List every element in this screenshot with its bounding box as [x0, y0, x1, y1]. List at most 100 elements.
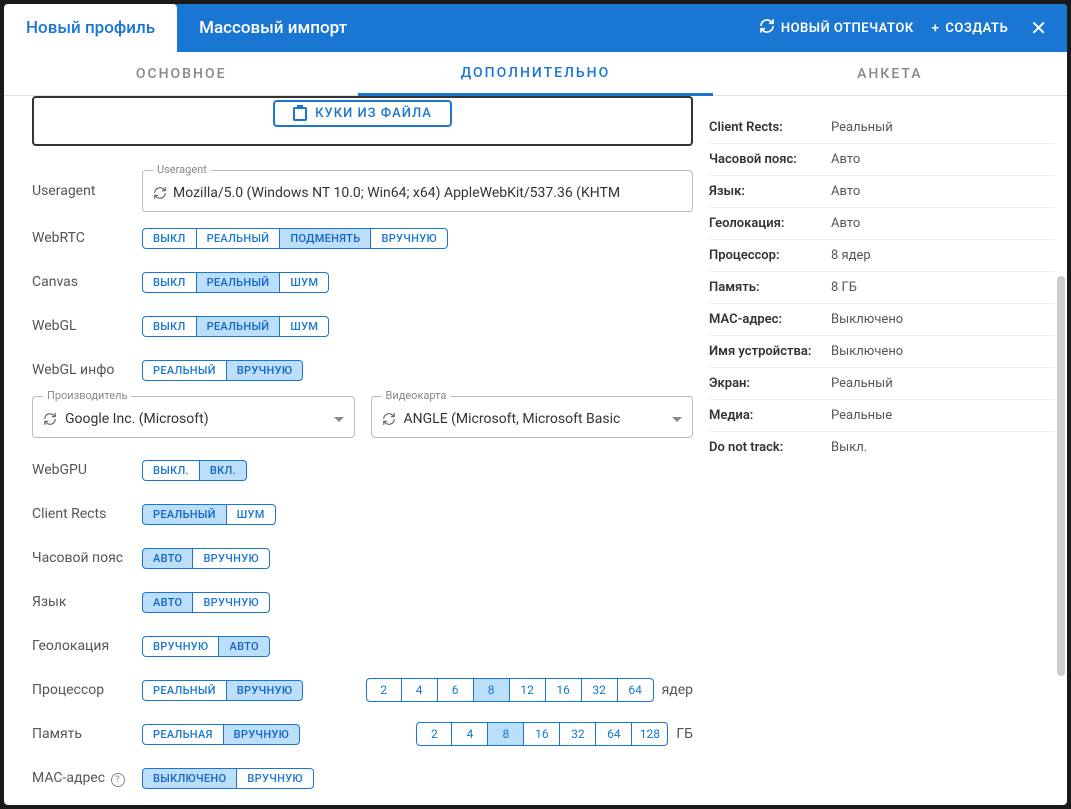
main-panel: КУКИ ИЗ ФАЙЛА Useragent Useragent Mozill…	[4, 96, 709, 805]
mem-opt-0[interactable]: РЕАЛЬНАЯ	[142, 724, 224, 745]
cookie-dropzone[interactable]: КУКИ ИЗ ФАЙЛА	[32, 96, 693, 146]
timezone-label: Часовой пояс	[32, 550, 142, 566]
timezone-toggle: АВТОВРУЧНУЮ	[142, 548, 270, 569]
webgpu-opt-0[interactable]: ВЫКЛ.	[142, 460, 200, 481]
proc-num-12[interactable]: 12	[510, 678, 546, 702]
mac-toggle: ВЫКЛЮЧЕНОВРУЧНУЮ	[142, 768, 314, 789]
summary-row-1: Часовой пояс:Авто	[709, 144, 1055, 176]
summary-row-8: Экран:Реальный	[709, 368, 1055, 400]
summary-row-7: Имя устройства:Выключено	[709, 336, 1055, 368]
gpu-select[interactable]: Видеокарта ANGLE (Microsoft, Microsoft B…	[371, 396, 694, 438]
geo-opt-0[interactable]: ВРУЧНУЮ	[142, 636, 219, 657]
close-icon[interactable]: ✕	[1026, 12, 1051, 44]
webrtc-opt-1[interactable]: РЕАЛЬНЫЙ	[197, 228, 281, 249]
webrtc-toggle: ВЫКЛРЕАЛЬНЫЙПОДМЕНЯТЬВРУЧНУЮ	[142, 228, 448, 249]
webglinfo-label: WebGL инфо	[32, 362, 142, 378]
tab-mass-import[interactable]: Массовый импорт	[177, 4, 369, 52]
language-opt-0[interactable]: АВТО	[142, 592, 193, 613]
clientrects-opt-0[interactable]: РЕАЛЬНЫЙ	[142, 504, 227, 525]
proc-num-8[interactable]: 8	[474, 678, 510, 702]
create-button[interactable]: + СОЗДАТЬ	[932, 21, 1009, 36]
mem-num-64[interactable]: 64	[596, 722, 632, 746]
new-fingerprint-button[interactable]: НОВЫЙ ОТПЕЧАТОК	[759, 18, 914, 38]
subtab-main[interactable]: ОСНОВНОЕ	[4, 52, 358, 95]
clientrects-opt-1[interactable]: ШУМ	[227, 504, 276, 525]
proc-unit: ядер	[662, 682, 693, 698]
webglinfo-opt-0[interactable]: РЕАЛЬНЫЙ	[142, 360, 227, 381]
canvas-label: Canvas	[32, 274, 142, 290]
proc-num-64[interactable]: 64	[618, 678, 654, 702]
summary-row-9: Медиа:Реальные	[709, 400, 1055, 432]
subtab-survey[interactable]: АНКЕТА	[713, 52, 1067, 95]
canvas-toggle: ВЫКЛРЕАЛЬНЫЙШУМ	[142, 272, 329, 293]
file-icon	[293, 107, 307, 121]
proc-num-2[interactable]: 2	[366, 678, 402, 702]
webglinfo-toggle: РЕАЛЬНЫЙВРУЧНУЮ	[142, 360, 303, 381]
webgl-opt-0[interactable]: ВЫКЛ	[142, 316, 197, 337]
mem-toggle: РЕАЛЬНАЯВРУЧНУЮ	[142, 724, 300, 745]
subtab-advanced[interactable]: ДОПОЛНИТЕЛЬНО	[358, 52, 712, 96]
mem-num-4[interactable]: 4	[452, 722, 488, 746]
mem-opt-1[interactable]: ВРУЧНУЮ	[224, 724, 300, 745]
webgpu-label: WebGPU	[32, 462, 142, 478]
cookies-from-file-button[interactable]: КУКИ ИЗ ФАЙЛА	[273, 100, 452, 127]
geo-opt-1[interactable]: АВТО	[219, 636, 269, 657]
timezone-opt-0[interactable]: АВТО	[142, 548, 193, 569]
proc-num-32[interactable]: 32	[582, 678, 618, 702]
clientrects-toggle: РЕАЛЬНЫЙШУМ	[142, 504, 276, 525]
summary-row-2: Язык:Авто	[709, 176, 1055, 208]
webgl-opt-2[interactable]: ШУМ	[280, 316, 329, 337]
refresh-icon[interactable]	[43, 412, 57, 426]
proc-toggle: РЕАЛЬНЫЙВРУЧНУЮ	[142, 680, 303, 701]
modal-header: Новый профиль Массовый импорт НОВЫЙ ОТПЕ…	[4, 4, 1067, 52]
mem-unit: ГБ	[676, 726, 693, 742]
summary-panel: Client Rects:РеальныйЧасовой пояс:АвтоЯз…	[709, 96, 1067, 805]
canvas-opt-0[interactable]: ВЫКЛ	[142, 272, 197, 293]
timezone-opt-1[interactable]: ВРУЧНУЮ	[193, 548, 269, 569]
mac-opt-0[interactable]: ВЫКЛЮЧЕНО	[142, 768, 237, 789]
summary-row-4: Процессор:8 ядер	[709, 240, 1055, 272]
vendor-select[interactable]: Производитель Google Inc. (Microsoft)	[32, 396, 355, 438]
webrtc-opt-0[interactable]: ВЫКЛ	[142, 228, 197, 249]
language-label: Язык	[32, 594, 142, 610]
language-toggle: АВТОВРУЧНУЮ	[142, 592, 270, 613]
mem-label: Память	[32, 726, 142, 742]
webrtc-opt-3[interactable]: ВРУЧНУЮ	[371, 228, 447, 249]
webgpu-toggle: ВЫКЛ.ВКЛ.	[142, 460, 247, 481]
useragent-field[interactable]: Useragent Mozilla/5.0 (Windows NT 10.0; …	[142, 170, 693, 212]
mem-num-128[interactable]: 128	[632, 722, 668, 746]
mem-num-16[interactable]: 16	[524, 722, 560, 746]
mem-num-32[interactable]: 32	[560, 722, 596, 746]
webgl-opt-1[interactable]: РЕАЛЬНЫЙ	[197, 316, 281, 337]
webrtc-opt-2[interactable]: ПОДМЕНЯТЬ	[280, 228, 371, 249]
canvas-opt-2[interactable]: ШУМ	[280, 272, 329, 293]
canvas-opt-1[interactable]: РЕАЛЬНЫЙ	[197, 272, 281, 293]
mac-opt-1[interactable]: ВРУЧНУЮ	[237, 768, 313, 789]
language-opt-1[interactable]: ВРУЧНУЮ	[193, 592, 269, 613]
tab-new-profile[interactable]: Новый профиль	[4, 4, 177, 52]
plus-icon: +	[932, 21, 940, 36]
refresh-icon[interactable]	[382, 412, 396, 426]
proc-opt-0[interactable]: РЕАЛЬНЫЙ	[142, 680, 227, 701]
proc-num-4[interactable]: 4	[402, 678, 438, 702]
scrollbar[interactable]	[1057, 276, 1065, 676]
proc-label: Процессор	[32, 682, 142, 698]
proc-num-6[interactable]: 6	[438, 678, 474, 702]
mem-num-2[interactable]: 2	[416, 722, 452, 746]
summary-row-5: Память:8 ГБ	[709, 272, 1055, 304]
subtabs: ОСНОВНОЕ ДОПОЛНИТЕЛЬНО АНКЕТА	[4, 52, 1067, 96]
mem-num-8[interactable]: 8	[488, 722, 524, 746]
geo-label: Геолокация	[32, 638, 142, 654]
summary-row-10: Do not track:Выкл.	[709, 432, 1055, 463]
refresh-icon[interactable]	[153, 186, 167, 200]
help-icon[interactable]: ?	[111, 773, 125, 787]
mac-label: MAC-адрес ?	[32, 770, 142, 787]
geo-toggle: ВРУЧНУЮАВТО	[142, 636, 270, 657]
refresh-icon	[759, 18, 775, 38]
proc-num-16[interactable]: 16	[546, 678, 582, 702]
webrtc-label: WebRTC	[32, 230, 142, 246]
proc-opt-1[interactable]: ВРУЧНУЮ	[227, 680, 303, 701]
webglinfo-opt-1[interactable]: ВРУЧНУЮ	[227, 360, 303, 381]
webgpu-opt-1[interactable]: ВКЛ.	[200, 460, 247, 481]
useragent-value: Mozilla/5.0 (Windows NT 10.0; Win64; x64…	[173, 185, 620, 201]
